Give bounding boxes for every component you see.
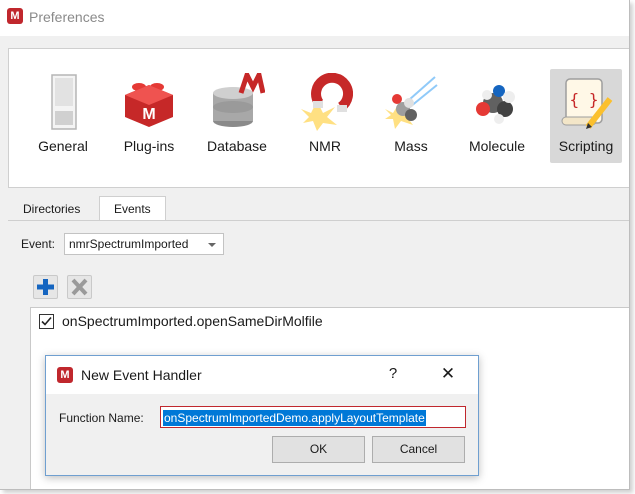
title-bar: M Preferences bbox=[0, 0, 629, 36]
category-toolbar: General M Plug-ins Database NMR Mass Mol… bbox=[8, 48, 629, 188]
ok-button[interactable]: OK bbox=[272, 436, 365, 463]
help-icon[interactable]: ? bbox=[386, 365, 400, 382]
delete-x-icon bbox=[71, 278, 88, 296]
handler-checkbox[interactable] bbox=[39, 314, 54, 329]
function-name-label: Function Name: bbox=[59, 411, 144, 425]
checkmark-icon bbox=[41, 316, 52, 326]
event-dropdown[interactable]: nmrSpectrumImported bbox=[64, 233, 224, 255]
scripting-scroll-icon: { } bbox=[561, 78, 613, 129]
nmr-magnet-icon bbox=[301, 73, 353, 131]
dialog-title-bar: M New Event Handler ? ✕ bbox=[46, 356, 478, 394]
toolbar-label: NMR bbox=[309, 138, 341, 154]
toolbar-label: Molecule bbox=[468, 138, 526, 154]
window-title: Preferences bbox=[29, 9, 105, 25]
toolbar-item-scripting[interactable]: { } Scripting bbox=[550, 69, 622, 163]
remove-handler-button[interactable] bbox=[67, 275, 92, 299]
database-icon bbox=[213, 73, 265, 127]
svg-text:{ }: { } bbox=[570, 90, 599, 109]
preferences-window: M Preferences General M Plug-ins Databas… bbox=[0, 0, 630, 490]
toolbar-item-nmr[interactable]: NMR bbox=[289, 69, 361, 163]
plus-icon bbox=[37, 279, 54, 295]
toolbar-label: General bbox=[38, 138, 88, 154]
toolbar-label: Scripting bbox=[558, 138, 614, 154]
handler-name: onSpectrumImported.openSameDirMolfile bbox=[62, 313, 323, 329]
toolbar-item-general[interactable]: General bbox=[27, 69, 99, 163]
toolbar-item-plugins[interactable]: M Plug-ins bbox=[113, 69, 185, 163]
toolbar-label: Plug-ins bbox=[123, 138, 175, 154]
cancel-button[interactable]: Cancel bbox=[372, 436, 465, 463]
plugin-brick-icon: M bbox=[125, 83, 173, 127]
tab-directories[interactable]: Directories bbox=[13, 196, 90, 221]
svg-text:M: M bbox=[142, 106, 155, 123]
toolbar-item-database[interactable]: Database bbox=[201, 69, 273, 163]
mass-spec-icon bbox=[385, 76, 438, 129]
mnova-logo-icon: M bbox=[7, 8, 23, 24]
event-dropdown-value: nmrSpectrumImported bbox=[69, 237, 189, 251]
function-name-value: onSpectrumImportedDemo.applyLayoutTempla… bbox=[163, 410, 426, 426]
function-name-input[interactable]: onSpectrumImportedDemo.applyLayoutTempla… bbox=[160, 406, 466, 428]
toolbar-label: Database bbox=[207, 138, 267, 154]
toolbar-item-mass[interactable]: Mass bbox=[375, 69, 447, 163]
close-icon[interactable]: ✕ bbox=[439, 364, 457, 384]
dialog-title: New Event Handler bbox=[81, 367, 202, 383]
chevron-down-icon bbox=[208, 243, 216, 247]
mnova-logo-icon: M bbox=[57, 367, 73, 383]
new-event-handler-dialog: M New Event Handler ? ✕ Function Name: o… bbox=[45, 355, 479, 476]
toolbar-label: Mass bbox=[394, 138, 428, 154]
event-label: Event: bbox=[21, 237, 56, 251]
add-handler-button[interactable] bbox=[33, 275, 58, 299]
molecule-icon bbox=[476, 85, 515, 124]
toolbar-item-molecule[interactable]: Molecule bbox=[461, 69, 533, 163]
tab-events[interactable]: Events bbox=[99, 196, 166, 221]
general-panel-icon bbox=[51, 74, 77, 130]
